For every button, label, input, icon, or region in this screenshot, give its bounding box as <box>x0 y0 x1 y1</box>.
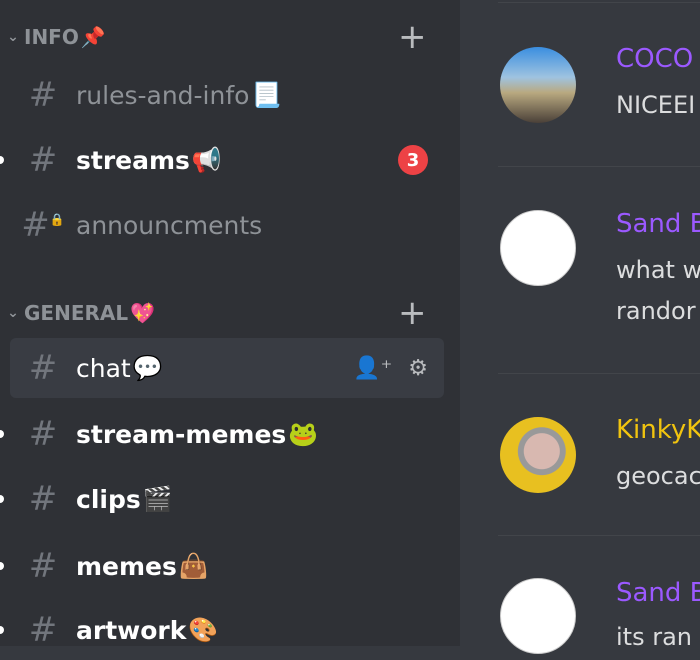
add-channel-icon[interactable]: + <box>398 293 427 333</box>
channel-name: streams <box>76 145 190 175</box>
avatar[interactable] <box>500 578 576 654</box>
channel-sidebar: ⌄ INFO 📌 + # rules-and-info 📃 # streams … <box>0 0 460 650</box>
hash-icon: # <box>28 348 58 388</box>
add-channel-icon[interactable]: + <box>398 17 427 57</box>
message-author[interactable]: Sand B <box>616 209 700 239</box>
channel-emoji: 🐸 <box>288 420 319 448</box>
category-label: INFO <box>24 25 79 49</box>
channel-stream-memes[interactable]: # stream-memes 🐸 <box>0 404 444 464</box>
unread-indicator <box>0 495 4 503</box>
channel-name: artwork <box>76 615 187 645</box>
unread-indicator <box>0 156 4 164</box>
channel-artwork[interactable]: # artwork 🎨 <box>0 600 444 660</box>
pin-emoji: 📌 <box>80 25 106 49</box>
heart-emoji: 💖 <box>130 301 156 325</box>
hash-icon: # <box>28 479 58 519</box>
category-general[interactable]: ⌄ GENERAL 💖 + <box>0 293 460 333</box>
channel-name: chat <box>76 353 131 383</box>
message-author[interactable]: Sand B <box>616 578 700 608</box>
channel-memes[interactable]: # memes 👜 <box>0 536 444 596</box>
chevron-down-icon: ⌄ <box>7 305 19 321</box>
hash-icon: # <box>28 140 58 180</box>
channel-name: announcments <box>76 210 263 240</box>
invite-user-icon[interactable]: 👤⁺ <box>353 356 392 381</box>
divider <box>498 373 700 374</box>
avatar[interactable] <box>500 47 576 123</box>
category-info[interactable]: ⌄ INFO 📌 + <box>0 17 460 57</box>
unread-indicator <box>0 626 4 634</box>
locked-hash-icon: #🔒 <box>21 205 65 245</box>
message-author[interactable]: COCO <box>616 44 693 74</box>
divider <box>498 2 700 3</box>
channel-name: clips <box>76 484 141 514</box>
channel-emoji: 💬 <box>132 354 163 382</box>
channel-emoji: 🎬 <box>142 485 173 513</box>
unread-indicator <box>0 430 4 438</box>
divider <box>498 166 700 167</box>
gear-icon[interactable]: ⚙ <box>408 356 428 381</box>
channel-chat[interactable]: # chat 💬 👤⁺ ⚙ <box>10 338 444 398</box>
channel-emoji: 🎨 <box>188 616 219 644</box>
channel-name: stream-memes <box>76 419 287 449</box>
message-text: geocac <box>616 462 700 490</box>
channel-name: memes <box>76 551 177 581</box>
category-label: GENERAL <box>24 301 129 325</box>
hash-icon: # <box>28 546 58 586</box>
hash-icon: # <box>28 75 58 115</box>
message-text: its ran <box>616 623 692 651</box>
chevron-down-icon: ⌄ <box>7 29 19 45</box>
channel-clips[interactable]: # clips 🎬 <box>0 469 444 529</box>
hash-icon: # <box>28 610 58 650</box>
avatar[interactable] <box>500 417 576 493</box>
channel-announcments[interactable]: #🔒 announcments <box>10 195 444 255</box>
mention-badge: 3 <box>398 145 428 175</box>
message-author[interactable]: KinkyK <box>616 415 700 445</box>
avatar[interactable] <box>500 210 576 286</box>
divider <box>498 535 700 536</box>
channel-emoji: 📃 <box>251 81 282 109</box>
message-text: what w <box>616 256 700 284</box>
channel-name: rules-and-info <box>76 80 250 110</box>
message-text: randor <box>616 297 696 325</box>
channel-rules-and-info[interactable]: # rules-and-info 📃 <box>10 65 444 125</box>
channel-emoji: 👜 <box>178 552 209 580</box>
channel-emoji: 📢 <box>191 146 222 174</box>
message-text: NICEEI <box>616 91 696 119</box>
unread-indicator <box>0 562 4 570</box>
hash-icon: # <box>28 414 58 454</box>
channel-streams[interactable]: # streams 📢 3 <box>0 130 444 190</box>
